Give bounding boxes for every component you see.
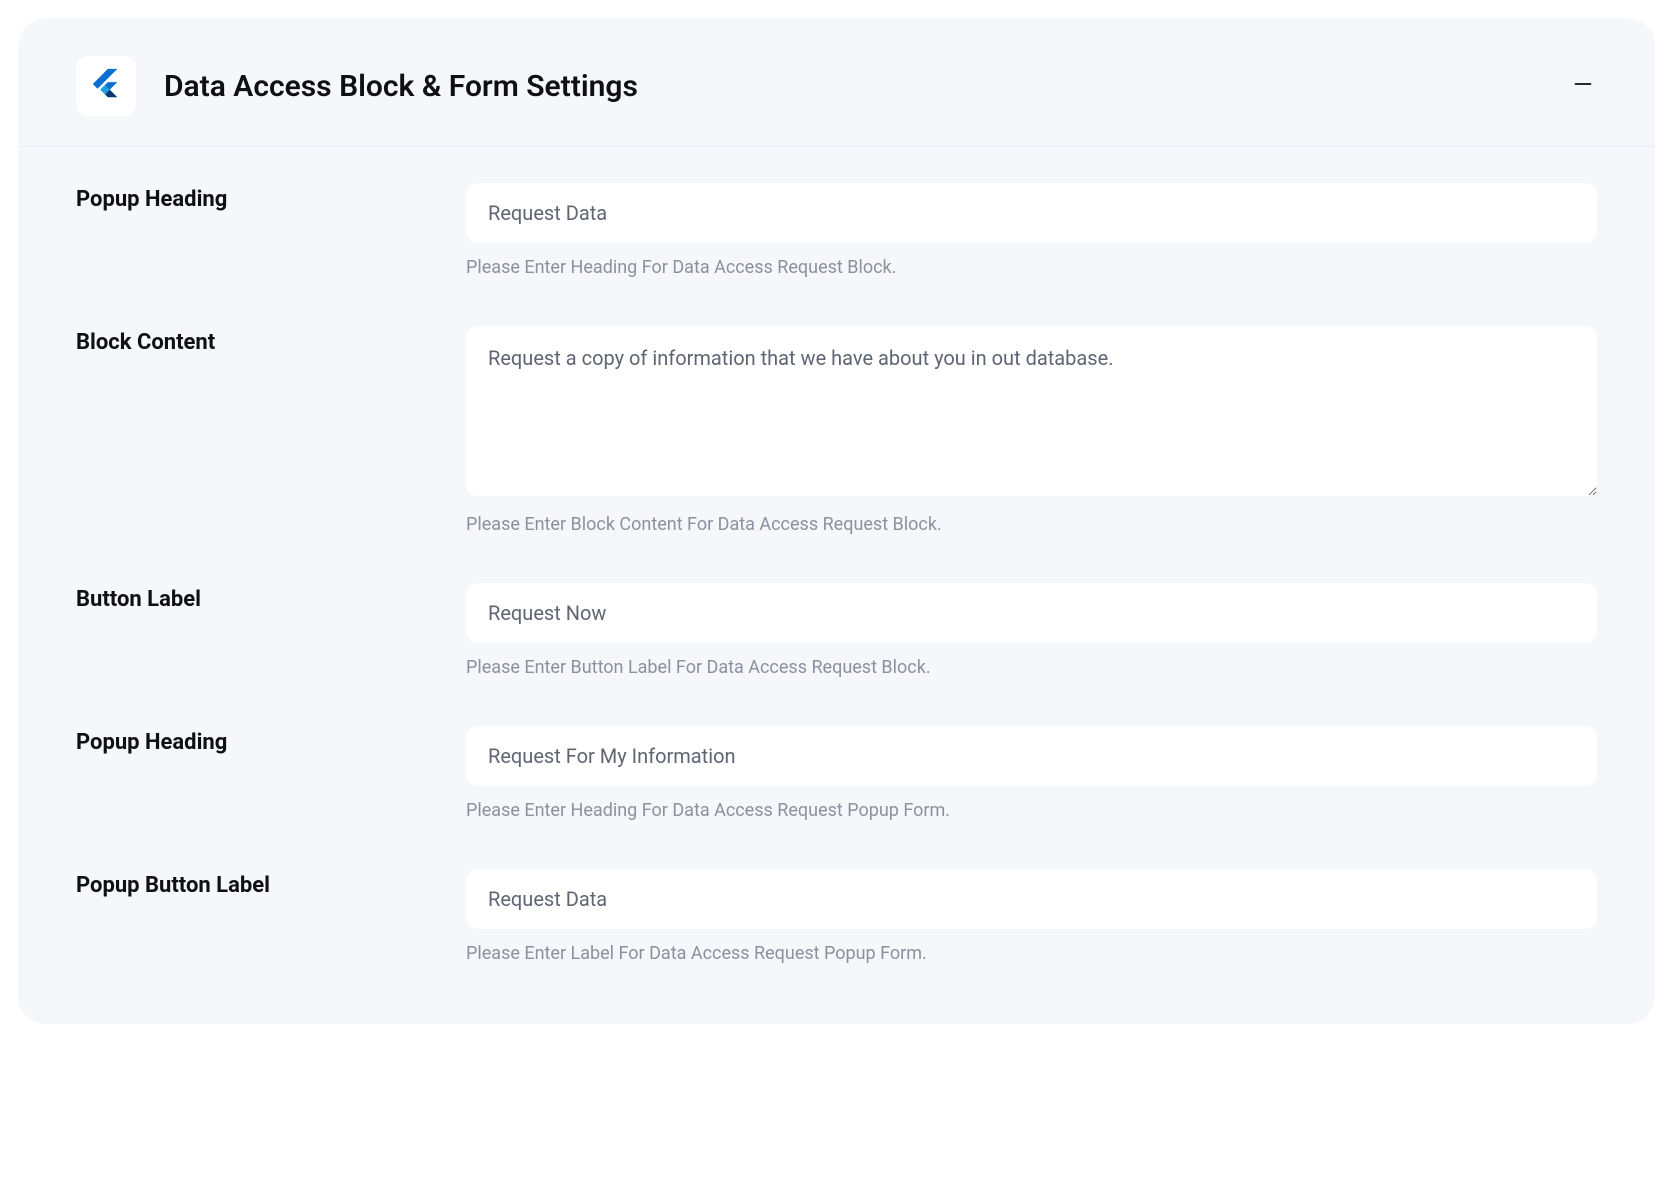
field-popup-button-label: Please Enter Label For Data Access Reque… [466,869,1597,964]
input-button-label[interactable] [466,583,1597,643]
input-popup-heading-1[interactable] [466,183,1597,243]
flutter-logo-icon [89,67,123,105]
field-popup-heading-1: Please Enter Heading For Data Access Req… [466,183,1597,278]
panel-logo [76,56,136,116]
panel-header: Data Access Block & Form Settings [18,18,1655,147]
help-popup-button-label: Please Enter Label For Data Access Reque… [466,943,1597,964]
field-block-content: Please Enter Block Content For Data Acce… [466,326,1597,535]
help-popup-heading-2: Please Enter Heading For Data Access Req… [466,800,1597,821]
label-popup-heading-2: Popup Heading [76,726,466,755]
settings-panel: Data Access Block & Form Settings Popup … [18,18,1655,1024]
panel-title: Data Access Block & Form Settings [164,69,1569,104]
help-block-content: Please Enter Block Content For Data Acce… [466,514,1597,535]
label-button-label: Button Label [76,583,466,612]
input-popup-button-label[interactable] [466,869,1597,929]
label-popup-heading-1: Popup Heading [76,183,466,212]
minus-icon [1572,73,1594,99]
form-row-popup-heading-1: Popup Heading Please Enter Heading For D… [76,183,1597,278]
help-popup-heading-1: Please Enter Heading For Data Access Req… [466,257,1597,278]
form-row-popup-button-label: Popup Button Label Please Enter Label Fo… [76,869,1597,964]
label-block-content: Block Content [76,326,466,355]
form-row-button-label: Button Label Please Enter Button Label F… [76,583,1597,678]
form-row-block-content: Block Content Please Enter Block Content… [76,326,1597,535]
form-row-popup-heading-2: Popup Heading Please Enter Heading For D… [76,726,1597,821]
textarea-block-content[interactable] [466,326,1597,496]
label-popup-button-label: Popup Button Label [76,869,466,898]
input-popup-heading-2[interactable] [466,726,1597,786]
help-button-label: Please Enter Button Label For Data Acces… [466,657,1597,678]
field-button-label: Please Enter Button Label For Data Acces… [466,583,1597,678]
field-popup-heading-2: Please Enter Heading For Data Access Req… [466,726,1597,821]
collapse-button[interactable] [1569,72,1597,100]
panel-body: Popup Heading Please Enter Heading For D… [18,147,1655,964]
